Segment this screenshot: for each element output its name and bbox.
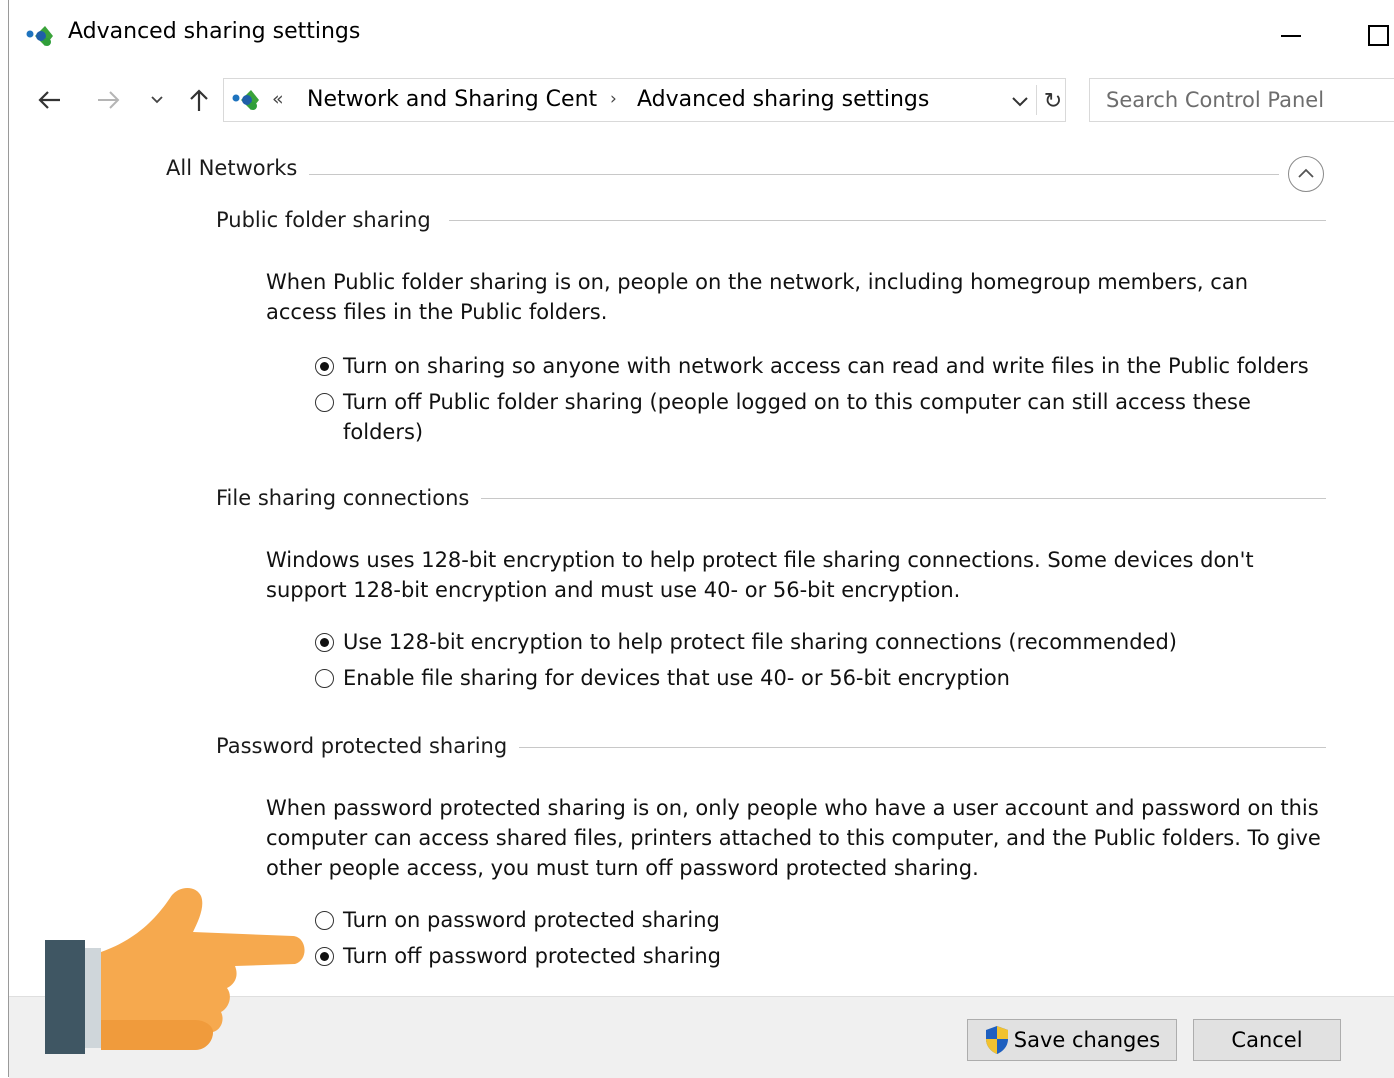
up-arrow-icon xyxy=(190,89,208,111)
cancel-label: Cancel xyxy=(1231,1028,1303,1052)
password-protected-sharing-heading: Password protected sharing xyxy=(216,734,520,758)
recent-chevron-icon xyxy=(151,96,163,104)
save-changes-button[interactable]: Save changes xyxy=(967,1019,1177,1061)
save-changes-label: Save changes xyxy=(1013,1028,1161,1052)
recent-locations-button[interactable] xyxy=(145,84,169,116)
chevron-up-icon xyxy=(1298,168,1314,178)
section-rule xyxy=(519,747,1326,748)
encryption-128-option[interactable]: Use 128-bit encryption to help protect f… xyxy=(315,627,1335,657)
section-rule xyxy=(479,498,1326,499)
breadcrumb-advanced-sharing[interactable]: Advanced sharing settings xyxy=(637,87,929,112)
encryption-128-label[interactable]: Use 128-bit encryption to help protect f… xyxy=(343,627,1177,657)
search-box[interactable] xyxy=(1089,78,1394,122)
collapse-button[interactable] xyxy=(1288,156,1324,192)
uac-shield-icon xyxy=(985,1026,1008,1054)
window-title: Advanced sharing settings xyxy=(68,19,361,44)
address-divider xyxy=(1036,85,1037,115)
chevron-down-icon[interactable] xyxy=(1008,89,1032,113)
network-icon xyxy=(26,26,53,46)
password-sharing-on-radio[interactable] xyxy=(315,911,334,930)
public-folder-description: When Public folder sharing is on, people… xyxy=(266,270,1249,324)
forward-button[interactable] xyxy=(91,84,127,116)
search-input[interactable] xyxy=(1090,79,1394,121)
forward-arrow-icon xyxy=(98,91,120,109)
breadcrumb-network-and-sharing[interactable]: Network and Sharing Cent xyxy=(307,87,597,112)
public-sharing-on-radio[interactable] xyxy=(315,357,334,376)
back-arrow-icon xyxy=(38,91,60,109)
password-sharing-off-radio[interactable] xyxy=(315,947,334,966)
password-sharing-off-label[interactable]: Turn off password protected sharing xyxy=(343,941,721,971)
public-sharing-off-label[interactable]: Turn off Public folder sharing (people l… xyxy=(343,387,1275,447)
up-button[interactable] xyxy=(181,84,217,116)
encryption-40-56-radio[interactable] xyxy=(315,669,334,688)
pointing-hand-icon xyxy=(45,887,305,1054)
password-sharing-on-option[interactable]: Turn on password protected sharing xyxy=(315,905,1335,935)
advanced-sharing-window: Advanced sharing settings « Network and … xyxy=(8,0,1394,1078)
public-sharing-off-option[interactable]: Turn off Public folder sharing (people l… xyxy=(315,387,1275,447)
minimize-button[interactable] xyxy=(1271,20,1311,50)
overflow-chevrons[interactable]: « xyxy=(272,88,284,110)
file-sharing-description: Windows uses 128-bit encryption to help … xyxy=(266,548,1254,602)
public-folder-sharing-heading: Public folder sharing xyxy=(216,208,443,232)
encryption-40-56-label[interactable]: Enable file sharing for devices that use… xyxy=(343,663,1010,693)
public-sharing-off-radio[interactable] xyxy=(315,393,334,412)
network-icon xyxy=(232,90,259,110)
title-bar: Advanced sharing settings xyxy=(9,0,1394,68)
password-sharing-off-option[interactable]: Turn off password protected sharing xyxy=(315,941,1335,971)
breadcrumb-separator[interactable]: › xyxy=(610,89,617,109)
public-sharing-on-label[interactable]: Turn on sharing so anyone with network a… xyxy=(343,351,1309,381)
section-rule xyxy=(449,220,1326,221)
public-sharing-on-option[interactable]: Turn on sharing so anyone with network a… xyxy=(315,351,1335,381)
cancel-button[interactable]: Cancel xyxy=(1193,1019,1341,1061)
encryption-40-56-option[interactable]: Enable file sharing for devices that use… xyxy=(315,663,1335,693)
encryption-128-radio[interactable] xyxy=(315,633,334,652)
all-networks-heading: All Networks xyxy=(166,156,310,180)
back-button[interactable] xyxy=(31,84,67,116)
password-sharing-on-label[interactable]: Turn on password protected sharing xyxy=(343,905,720,935)
file-sharing-connections-heading: File sharing connections xyxy=(216,486,482,510)
maximize-button[interactable] xyxy=(1361,20,1394,50)
group-rule xyxy=(309,174,1279,175)
refresh-icon[interactable]: ↻ xyxy=(1040,87,1066,115)
password-sharing-description: When password protected sharing is on, o… xyxy=(266,796,1321,880)
address-bar[interactable]: « Network and Sharing Cent › Advanced sh… xyxy=(223,78,1066,122)
